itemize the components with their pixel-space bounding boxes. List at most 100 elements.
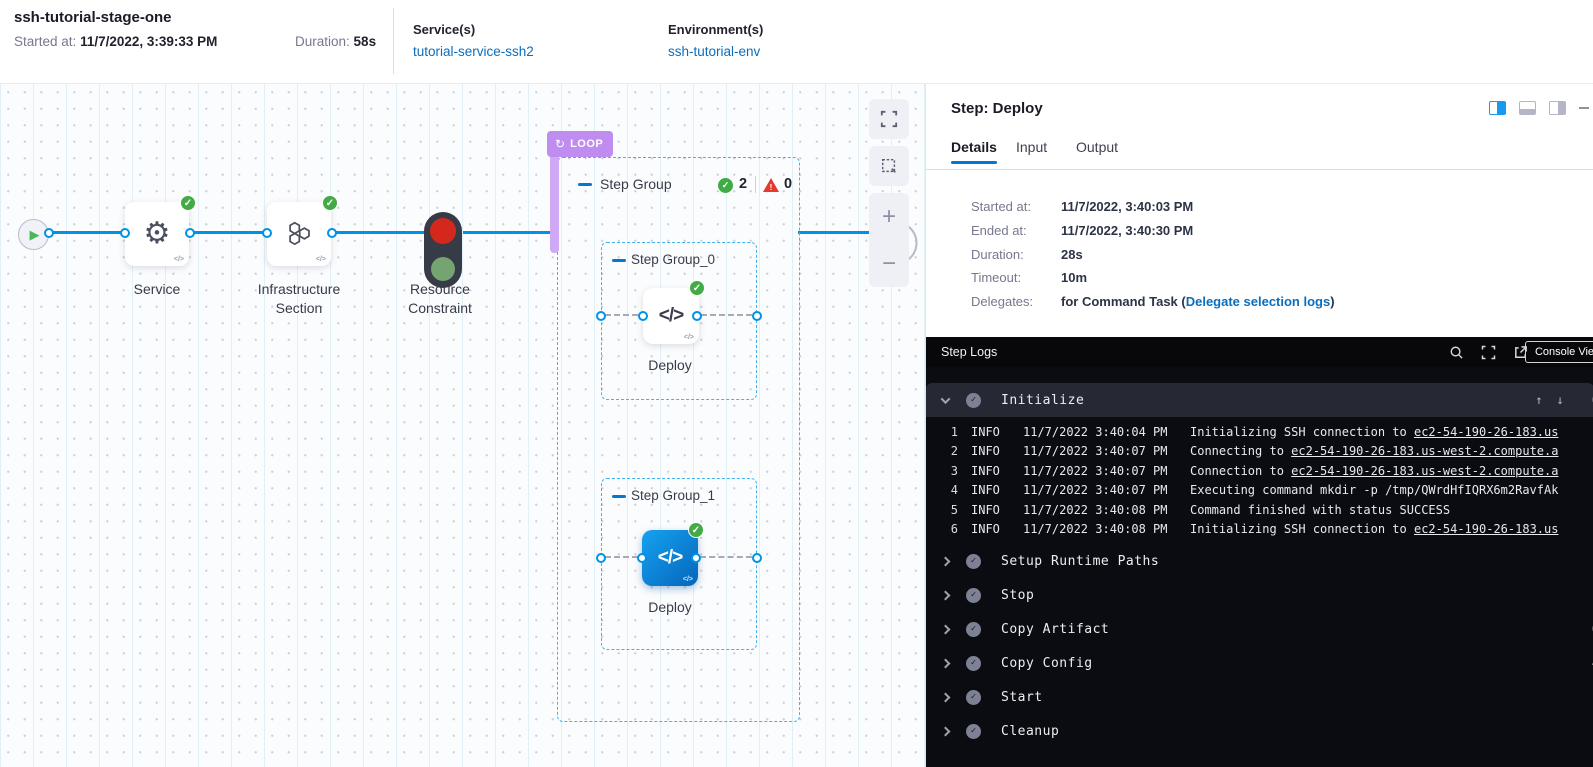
node-infrastructure[interactable]: ✓ </> — [267, 202, 331, 266]
environments-block: Environment(s) ssh-tutorial-env — [668, 22, 763, 61]
log-lines: 1INFO11/7/2022 3:40:04 PMInitializing SS… — [926, 417, 1593, 544]
node-label-infrastructure: Infrastructure Section — [234, 280, 364, 318]
chevron-right-icon — [941, 726, 951, 736]
layout-bottom-view-icon[interactable] — [1519, 101, 1536, 115]
started-at-label: Started at: — [14, 34, 76, 49]
search-icon[interactable] — [1449, 345, 1464, 360]
layout-split-view-icon[interactable] — [1489, 101, 1506, 115]
port — [638, 311, 648, 321]
services-label: Service(s) — [413, 22, 534, 37]
dashed-connector — [605, 556, 638, 558]
zoom-controls: + − — [869, 193, 909, 287]
duration-label: Duration: — [295, 34, 350, 49]
node-deploy-0[interactable]: </> ✓ </> — [643, 288, 699, 344]
stage-title: ssh-tutorial-stage-one — [14, 9, 172, 26]
code-icon: </> — [316, 256, 326, 263]
zoom-out-button[interactable]: − — [882, 252, 896, 276]
log-section-stop[interactable]: ✓ Stop 1 — [926, 578, 1593, 612]
log-time: 11/7/2022 3:40:08 PM — [1023, 503, 1173, 517]
service-link[interactable]: tutorial-service-ssh2 — [413, 44, 534, 59]
success-count: 2 — [739, 176, 747, 192]
log-line-number: 6 — [926, 522, 958, 536]
log-link: ec2-54-190-26-183.us — [1414, 425, 1559, 439]
detail-row-ended: Ended at:11/7/2022, 3:40:30 PM — [971, 223, 1193, 238]
success-count-icon: ✓ — [718, 178, 733, 193]
log-section-copy-artifact[interactable]: ✓ Copy Artifact 6 — [926, 612, 1593, 646]
log-text: Executing command mkdir -p /tmp/QWrdHfIQ… — [1190, 483, 1558, 497]
log-section-copy-config[interactable]: ✓ Copy Config 4 — [926, 646, 1593, 680]
scroll-arrows-icon[interactable]: ↑↓ — [1535, 393, 1577, 407]
zoom-in-button[interactable]: + — [882, 205, 896, 229]
tab-details[interactable]: Details — [951, 139, 997, 155]
selection-tool-button[interactable] — [869, 146, 909, 186]
log-link: ec2-54-190-26-183.us-west-2.compute.a — [1291, 444, 1558, 458]
detail-label: Duration: — [971, 247, 1061, 262]
tab-input[interactable]: Input — [1016, 139, 1047, 155]
detail-row-delegates: Delegates:for Command Task (Delegate sel… — [971, 294, 1335, 309]
edge — [335, 231, 424, 234]
log-section-name: Start — [1001, 690, 1043, 705]
log-section-setup-runtime-paths[interactable]: ✓ Setup Runtime Paths 1 — [926, 544, 1593, 578]
collapse-icon[interactable] — [612, 495, 626, 498]
port — [596, 553, 606, 563]
log-line: 6INFO11/7/2022 3:40:08 PMInitializing SS… — [926, 520, 1593, 540]
port — [185, 228, 195, 238]
play-icon: ▶ — [30, 228, 40, 241]
log-section-cleanup[interactable]: ✓ Cleanup 1 — [926, 714, 1593, 748]
dashed-connector — [701, 314, 752, 316]
console-view-toggle[interactable]: Console View — [1525, 341, 1593, 363]
log-time: 11/7/2022 3:40:04 PM — [1023, 425, 1173, 439]
fullscreen-button[interactable] — [869, 99, 909, 139]
log-section-initialize[interactable]: ✓ Initialize ↑↓ 6 — [926, 383, 1593, 417]
log-line: 3INFO11/7/2022 3:40:07 PMConnection to e… — [926, 461, 1593, 481]
step-details-panel: Step: Deploy Details Input Output Start e… — [925, 84, 1593, 767]
tab-output[interactable]: Output — [1076, 139, 1118, 155]
chevron-down-icon — [941, 394, 951, 404]
node-label-service: Service — [107, 280, 207, 299]
loop-badge: ↻ LOOP — [547, 131, 613, 157]
execution-header: ssh-tutorial-stage-one Started at: 11/7/… — [0, 0, 1593, 84]
count-divider — [755, 176, 756, 193]
collapse-icon[interactable] — [612, 259, 626, 262]
dashed-connector — [700, 556, 752, 558]
success-badge-icon: ✓ — [180, 195, 196, 211]
node-service[interactable]: ⚙ ✓ </> — [125, 202, 189, 266]
detail-value: 28s — [1061, 247, 1083, 262]
detail-value: 11/7/2022, 3:40:30 PM — [1061, 223, 1193, 238]
node-deploy-1-selected[interactable]: </> ✓ </> — [642, 530, 698, 586]
log-line: 5INFO11/7/2022 3:40:08 PMCommand finishe… — [926, 500, 1593, 520]
minimize-icon[interactable] — [1579, 107, 1589, 109]
dashed-connector — [605, 314, 638, 316]
expand-logs-icon[interactable] — [1481, 345, 1496, 360]
success-badge-icon: ✓ — [688, 522, 704, 538]
chevron-right-icon — [941, 556, 951, 566]
delegate-selection-logs-link[interactable]: Delegate selection logs — [1186, 294, 1331, 309]
log-level: INFO — [971, 444, 1007, 458]
log-level: INFO — [971, 522, 1007, 536]
pipeline-execution-page: ssh-tutorial-stage-one Started at: 11/7/… — [0, 0, 1593, 767]
log-line-number: 4 — [926, 483, 958, 497]
duration-value: 58s — [354, 34, 377, 49]
chevron-right-icon — [941, 590, 951, 600]
port — [44, 228, 54, 238]
environments-label: Environment(s) — [668, 22, 763, 37]
port — [637, 553, 647, 563]
log-link: ec2-54-190-26-183.us-west-2.compute.a — [1291, 464, 1558, 478]
red-light-icon — [430, 218, 456, 244]
marquee-icon — [880, 157, 898, 175]
node-label-deploy-1: Deploy — [610, 598, 730, 617]
log-section-name: Cleanup — [1001, 724, 1059, 739]
fullscreen-icon — [880, 110, 898, 128]
node-resource-constraint[interactable] — [424, 212, 462, 288]
log-section-start[interactable]: ✓ Start 1 — [926, 680, 1593, 714]
layout-right-view-icon[interactable] — [1549, 101, 1566, 115]
panel-title: Step: Deploy — [951, 100, 1043, 117]
detail-value-suffix: ) — [1330, 294, 1334, 309]
log-time: 11/7/2022 3:40:07 PM — [1023, 444, 1173, 458]
collapse-icon[interactable] — [578, 183, 592, 186]
log-line: 2INFO11/7/2022 3:40:07 PMConnecting to e… — [926, 442, 1593, 462]
environment-link[interactable]: ssh-tutorial-env — [668, 44, 760, 59]
detail-value: 11/7/2022, 3:40:03 PM — [1061, 199, 1193, 214]
port — [596, 311, 606, 321]
pipeline-canvas[interactable]: ▶ ⚙ ✓ </> Service ✓ </> Infrastruct — [0, 84, 925, 767]
